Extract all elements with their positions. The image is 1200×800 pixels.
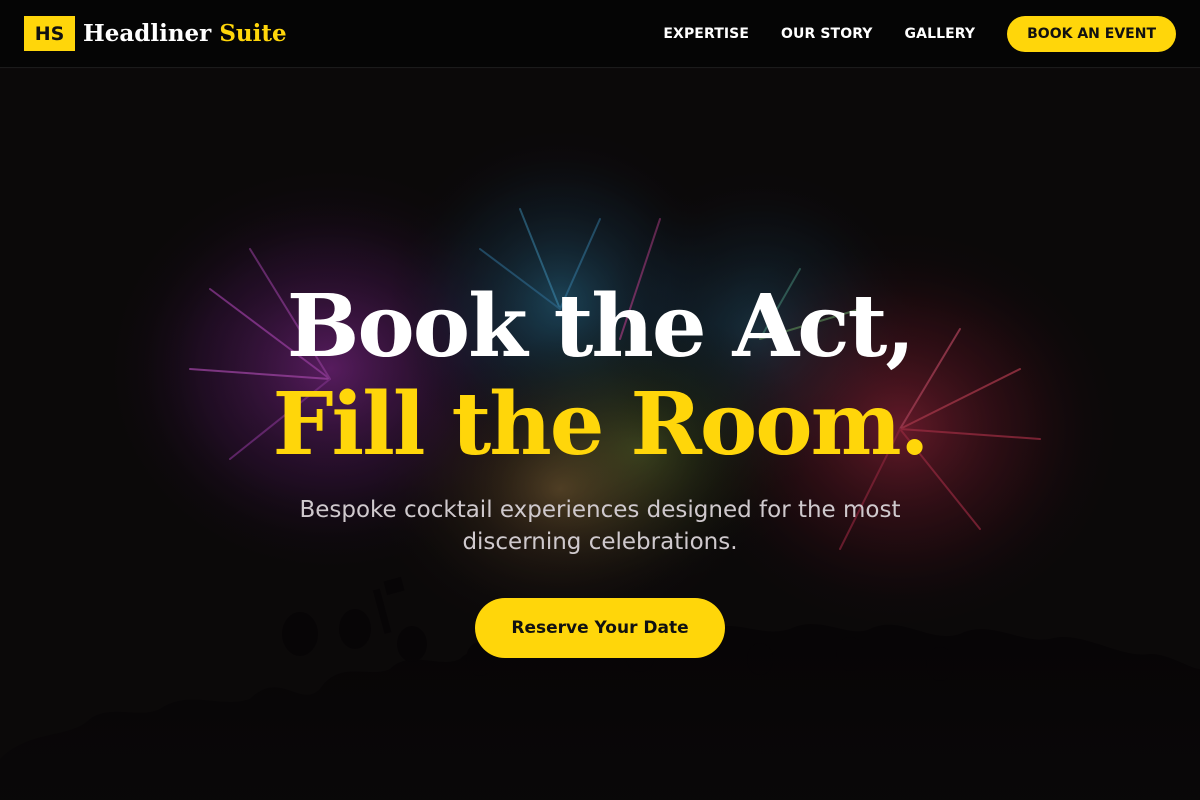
site-header: HS Headliner Suite EXPERTISE OUR STORY G… xyxy=(0,0,1200,68)
hero-section: Book the Act, Fill the Room. Bespoke coc… xyxy=(0,69,1200,800)
brand-name-accent: Suite xyxy=(219,20,287,47)
nav-link-expertise[interactable]: EXPERTISE xyxy=(663,26,749,42)
nav-link-our-story[interactable]: OUR STORY xyxy=(781,26,873,42)
reserve-your-date-button[interactable]: Reserve Your Date xyxy=(475,598,725,658)
main-nav: EXPERTISE OUR STORY GALLERY BOOK AN EVEN… xyxy=(663,16,1176,52)
book-an-event-button[interactable]: BOOK AN EVENT xyxy=(1007,16,1176,52)
nav-link-gallery[interactable]: GALLERY xyxy=(905,26,976,42)
headline-line-1: Book the Act, xyxy=(286,276,916,377)
logo-mark: HS xyxy=(24,16,75,51)
hero-content: Book the Act, Fill the Room. Bespoke coc… xyxy=(0,284,1200,658)
brand-logo[interactable]: HS Headliner Suite xyxy=(24,16,287,51)
brand-name-main: Headliner xyxy=(83,20,212,47)
hero-subheadline: Bespoke cocktail experiences designed fo… xyxy=(299,497,901,555)
hero-headline: Book the Act, Fill the Room. xyxy=(0,284,1200,480)
brand-name: Headliner Suite xyxy=(83,20,287,47)
headline-line-2: Fill the Room. xyxy=(272,374,929,475)
